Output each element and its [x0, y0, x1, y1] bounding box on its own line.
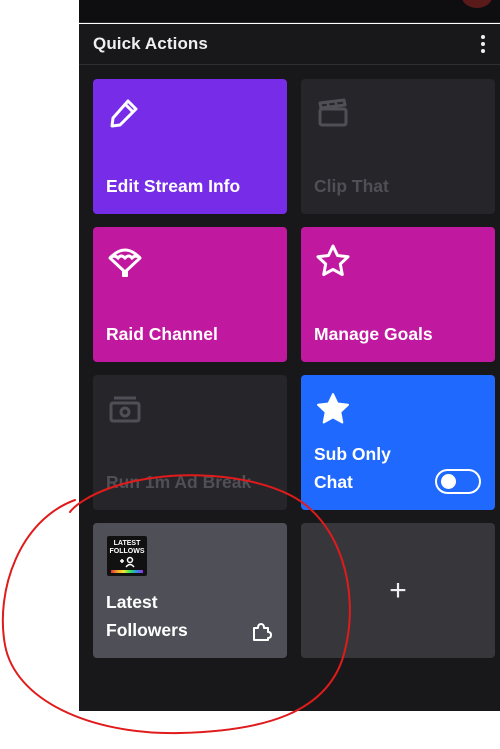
tile-label-line1: Latest	[106, 592, 158, 612]
manage-goals-tile[interactable]: Manage Goals	[301, 227, 495, 362]
add-quick-action-button[interactable]: +	[301, 523, 495, 658]
tile-label: Clip That	[314, 176, 389, 196]
ad-icon	[109, 396, 141, 423]
avatar[interactable]	[462, 0, 492, 8]
raid-channel-tile[interactable]: Raid Channel	[93, 227, 287, 362]
panel-header: Quick Actions	[79, 24, 500, 65]
plus-icon: +	[389, 573, 407, 607]
clapperboard-icon	[318, 98, 348, 127]
more-options-icon[interactable]	[478, 33, 488, 57]
tile-label: Latest Followers	[106, 588, 188, 644]
panel-title: Quick Actions	[93, 34, 208, 53]
latest-followers-tile[interactable]: LATEST FOLLOWS Latest Followers	[93, 523, 287, 658]
rainbow-bar	[111, 570, 143, 573]
tile-label: Manage Goals	[314, 324, 433, 344]
sub-only-chat-tile[interactable]: Sub Only Chat	[301, 375, 495, 510]
tile-label-line1: Sub Only	[314, 444, 391, 464]
tile-label: Run 1m Ad Break	[106, 472, 252, 492]
star-filled-icon	[317, 393, 349, 424]
parachute-icon	[108, 248, 142, 277]
star-outline-icon	[316, 244, 350, 276]
add-user-icon	[120, 556, 135, 568]
edit-stream-info-tile[interactable]: Edit Stream Info	[93, 79, 287, 214]
extension-puzzle-icon	[253, 623, 272, 641]
tile-label: Sub Only Chat	[314, 440, 391, 496]
pencil-icon	[110, 99, 138, 128]
run-ad-break-tile[interactable]: Run 1m Ad Break	[93, 375, 287, 510]
quick-actions-panel: Quick Actions Edit Stream Info Clip That…	[79, 24, 500, 711]
top-strip	[79, 0, 500, 23]
thumbnail-text-line1: LATEST	[113, 540, 141, 547]
sub-only-toggle[interactable]	[435, 469, 481, 494]
extension-thumbnail: LATEST FOLLOWS	[107, 536, 147, 576]
tile-label: Edit Stream Info	[106, 176, 241, 196]
thumbnail-text-line2: FOLLOWS	[109, 548, 145, 555]
tile-label-line2: Followers	[106, 620, 188, 640]
toggle-knob	[441, 474, 456, 489]
tile-label: Raid Channel	[106, 324, 218, 344]
clip-that-tile[interactable]: Clip That	[301, 79, 495, 214]
tile-label-line2: Chat	[314, 472, 353, 492]
